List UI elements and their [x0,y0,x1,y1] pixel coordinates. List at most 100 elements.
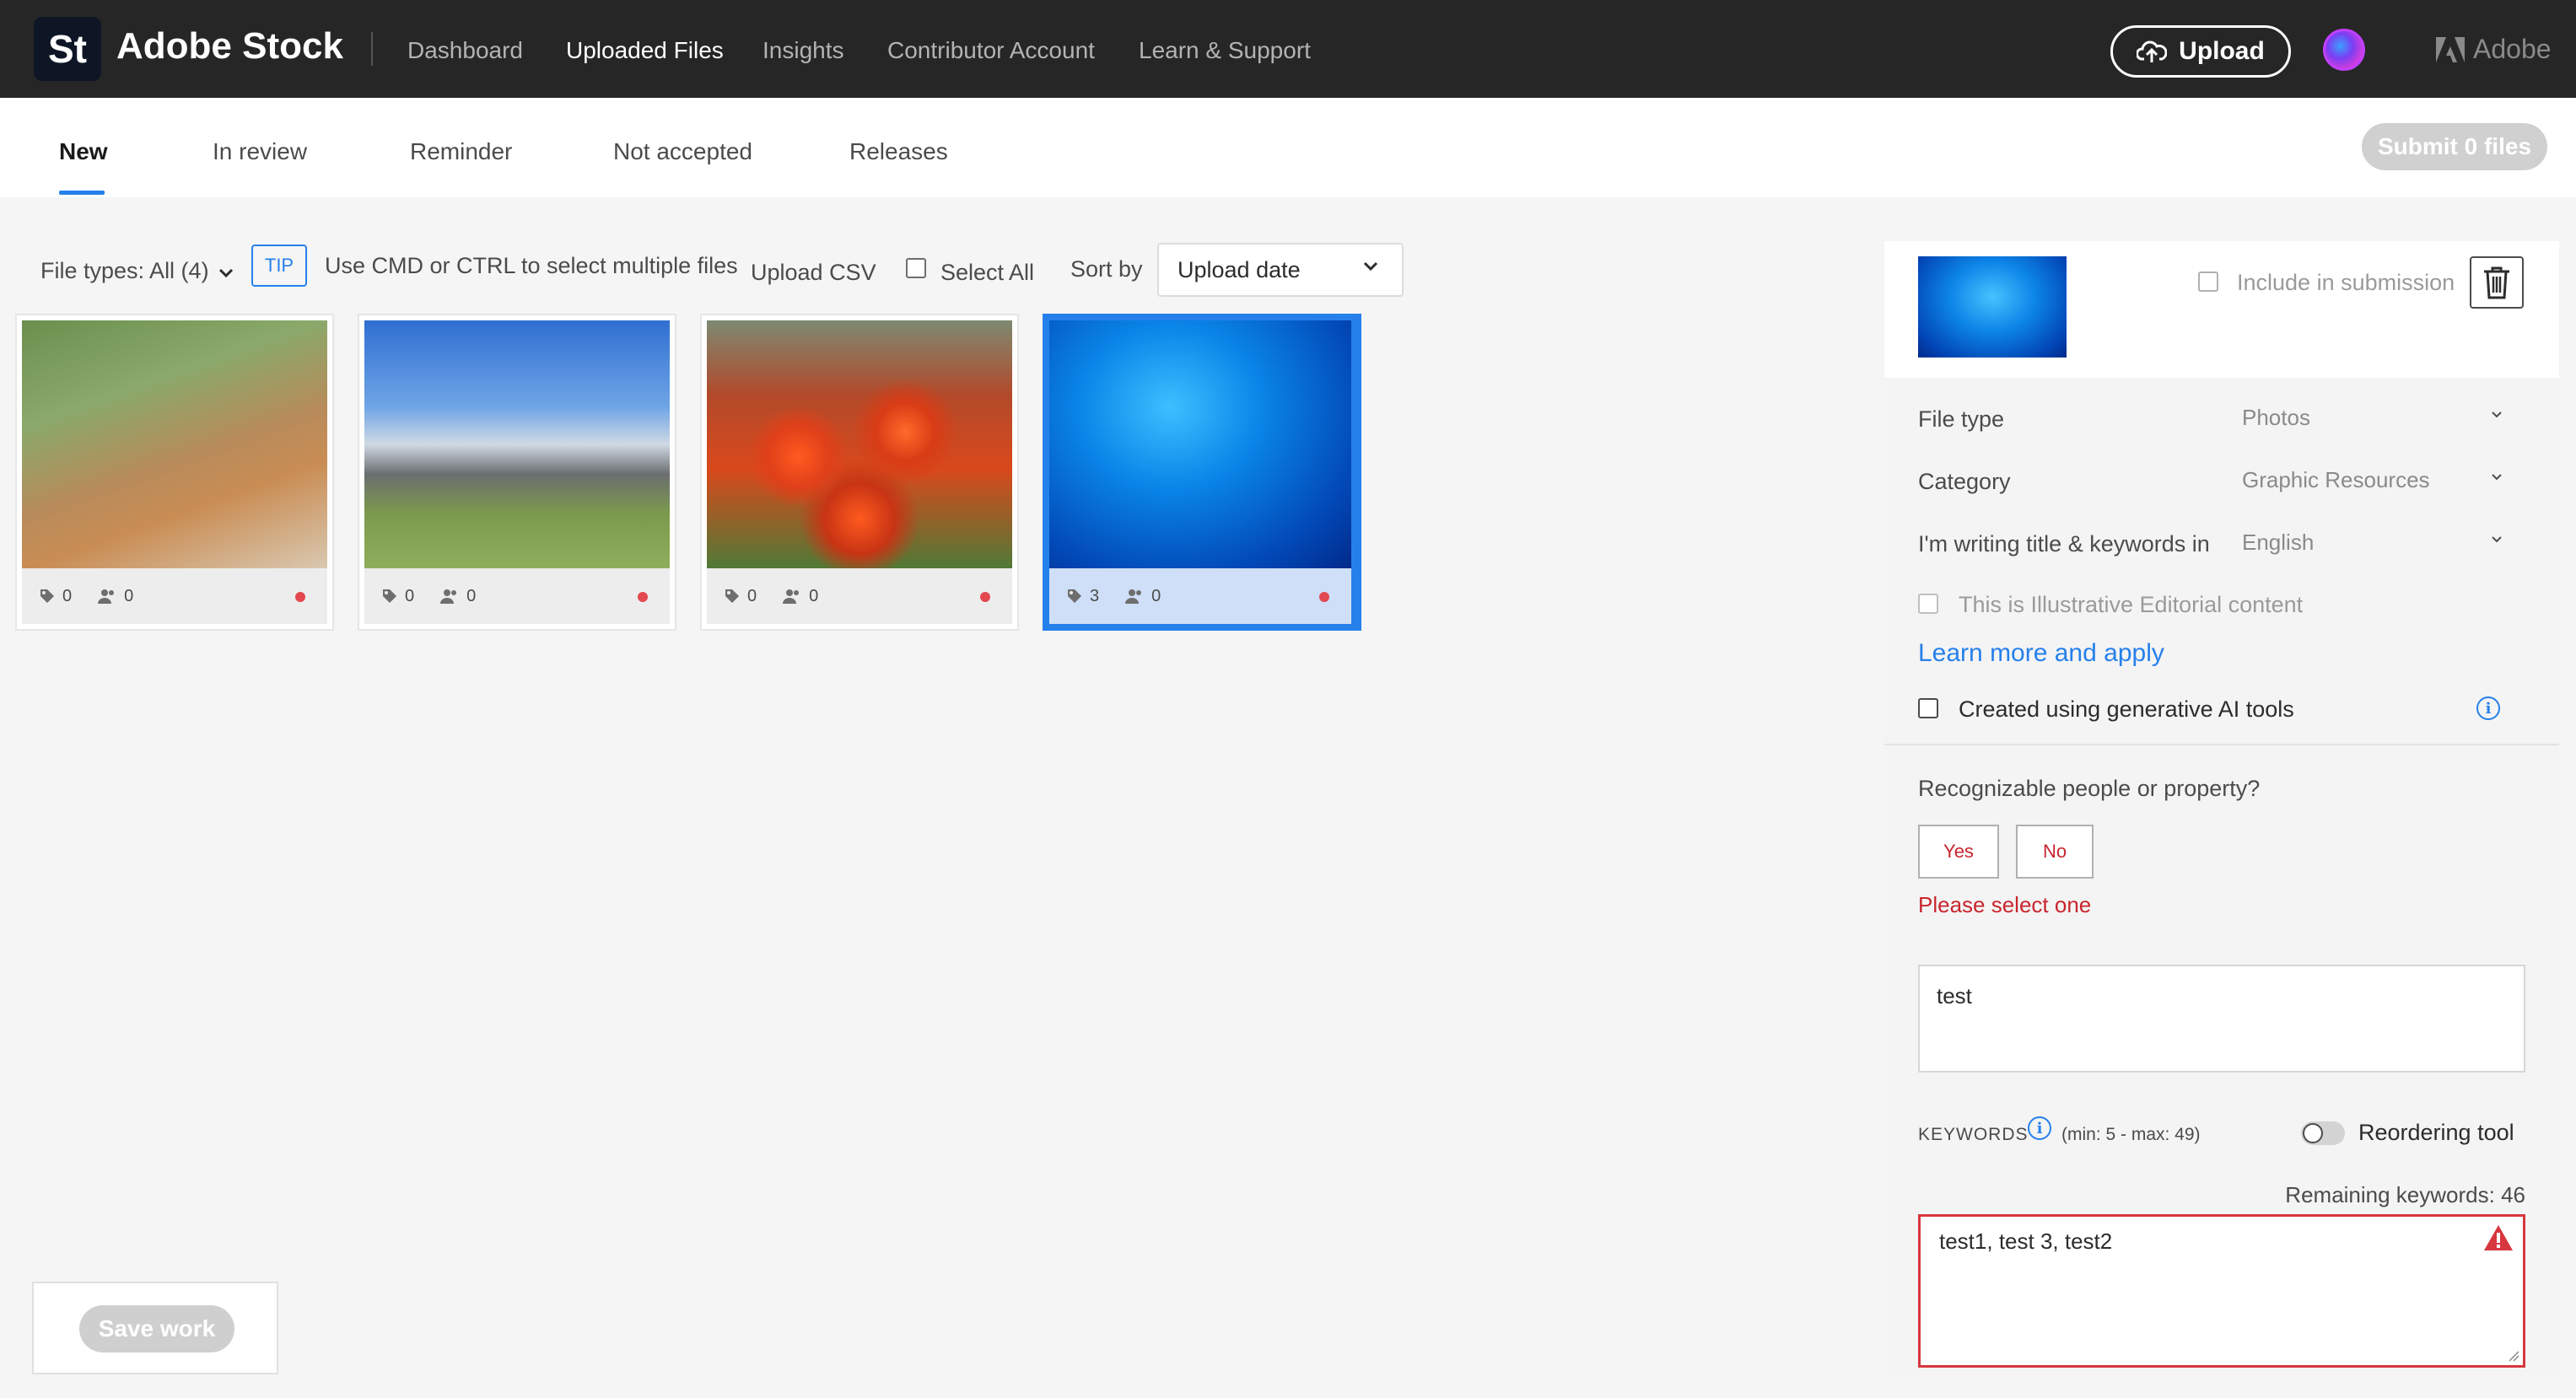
resize-handle-icon[interactable] [2508,1350,2519,1362]
status-dot [980,592,990,602]
upload-label: Upload [2179,37,2265,65]
selected-file-preview [1918,256,2067,358]
tag-icon [383,589,396,603]
nav-dashboard[interactable]: Dashboard [407,37,523,64]
tag-icon [725,589,739,603]
include-in-submission-checkbox[interactable] [2198,272,2218,292]
file-types-label: File types: All (4) [40,258,209,283]
keywords-input[interactable]: test1, test 3, test2 [1918,1214,2525,1368]
thumbnail-meta: 3 0 [1049,568,1351,624]
keyword-count: 0 [405,586,415,605]
thumbnail-meta: 0 0 [22,568,327,624]
tab-releases[interactable]: Releases [849,138,948,165]
adobe-stock-logo[interactable]: St [34,17,101,81]
trash-icon [2484,266,2509,299]
people-icon [98,589,115,604]
sort-value: Upload date [1178,256,1301,282]
file-details-panel: Include in submission File type Photos C… [1884,241,2559,1379]
category-label: Category [1918,469,2011,494]
keywords-hint: (min: 5 - max: 49) [2061,1125,2201,1144]
status-tabs-bar: New In review Reminder Not accepted Rele… [0,98,2576,197]
info-icon[interactable]: i [2476,696,2500,720]
file-type-label: File type [1918,406,2005,432]
editorial-label[interactable]: This is Illustrative Editorial content [1959,592,2303,618]
thumbnail-image [364,320,670,568]
tip-text: Use CMD or CTRL to select multiple files [325,253,738,278]
adobe-logo-icon [2436,36,2465,62]
nav-contributor-account[interactable]: Contributor Account [887,37,1095,64]
upload-csv-link[interactable]: Upload CSV [751,260,876,286]
file-types-filter[interactable]: File types: All (4) [40,258,234,284]
people-icon [1125,589,1142,604]
file-thumbnail[interactable]: 0 0 [700,314,1019,631]
people-icon [440,589,457,604]
tip-badge: TIP [251,245,307,287]
tag-icon [1068,589,1081,603]
brand-name[interactable]: Adobe Stock [116,25,343,67]
submit-files-button[interactable]: Submit 0 files [2362,123,2547,170]
file-thumbnail[interactable]: 0 0 [15,314,334,631]
tab-in-review[interactable]: In review [213,138,307,165]
adobe-link[interactable]: Adobe [2436,34,2552,65]
save-work-button[interactable]: Save work [79,1305,234,1352]
release-count: 0 [124,586,134,605]
warning-icon [2484,1225,2513,1250]
nav-insights[interactable]: Insights [763,37,844,64]
thumbnail-image [1049,320,1351,568]
nav-learn-support[interactable]: Learn & Support [1139,37,1311,64]
keywords-label: KEYWORDS [1918,1125,2029,1144]
release-count: 0 [1151,586,1161,605]
include-in-submission-label[interactable]: Include in submission [2237,270,2455,296]
thumbnail-meta: 0 0 [707,568,1012,624]
active-tab-indicator [59,191,105,195]
section-divider [1884,744,2559,745]
keyword-count: 3 [1090,586,1100,605]
status-dot [1319,592,1329,602]
title-input[interactable]: test [1918,965,2525,1073]
keyword-count: 0 [62,586,73,605]
language-label: I'm writing title & keywords in [1918,531,2210,557]
tab-new[interactable]: New [59,138,108,165]
file-thumbnail-selected[interactable]: 3 0 [1043,314,1361,631]
status-dot [638,592,648,602]
tab-not-accepted[interactable]: Not accepted [613,138,752,165]
user-avatar[interactable] [2323,29,2365,71]
selection-error: Please select one [1918,892,2092,917]
metadata-form: File type Photos Category Graphic Resour… [1884,378,2559,1379]
language-select[interactable]: English [2242,530,2314,556]
editorial-checkbox[interactable] [1918,594,1938,614]
generative-ai-label[interactable]: Created using generative AI tools [1959,696,2294,723]
people-property-question: Recognizable people or property? [1918,776,2261,801]
nav-divider [371,32,373,66]
upload-button[interactable]: Upload [2110,25,2291,78]
logo-text: St [48,27,87,71]
chevron-down-icon [1363,261,1378,272]
nav-uploaded-files[interactable]: Uploaded Files [566,37,724,64]
thumbnail-meta: 0 0 [364,568,670,624]
top-navigation-bar: St Adobe Stock Dashboard Uploaded Files … [0,0,2576,98]
yes-button[interactable]: Yes [1918,825,1999,879]
select-all-label[interactable]: Select All [940,260,1034,286]
cloud-upload-icon [2137,40,2168,62]
chevron-down-icon [219,268,234,278]
sort-select[interactable]: Upload date [1157,243,1404,297]
info-icon[interactable]: i [2028,1116,2051,1140]
chevron-down-icon [2492,536,2502,543]
keyword-count: 0 [747,586,757,605]
release-count: 0 [466,586,477,605]
reordering-toggle[interactable] [2301,1121,2345,1145]
file-thumbnail[interactable]: 0 0 [358,314,676,631]
people-icon [783,589,800,604]
generative-ai-checkbox[interactable] [1918,698,1938,718]
file-type-select[interactable]: Photos [2242,405,2310,431]
save-work-panel: Save work [32,1282,278,1374]
chevron-down-icon [2492,474,2502,481]
select-all-checkbox[interactable] [906,258,926,278]
category-select[interactable]: Graphic Resources [2242,467,2430,493]
no-button[interactable]: No [2016,825,2094,879]
remaining-keywords: Remaining keywords: 46 [2285,1182,2525,1207]
tab-reminder[interactable]: Reminder [410,138,512,165]
delete-button[interactable] [2470,256,2524,309]
status-dot [295,592,305,602]
learn-more-link[interactable]: Learn more and apply [1918,639,2164,668]
